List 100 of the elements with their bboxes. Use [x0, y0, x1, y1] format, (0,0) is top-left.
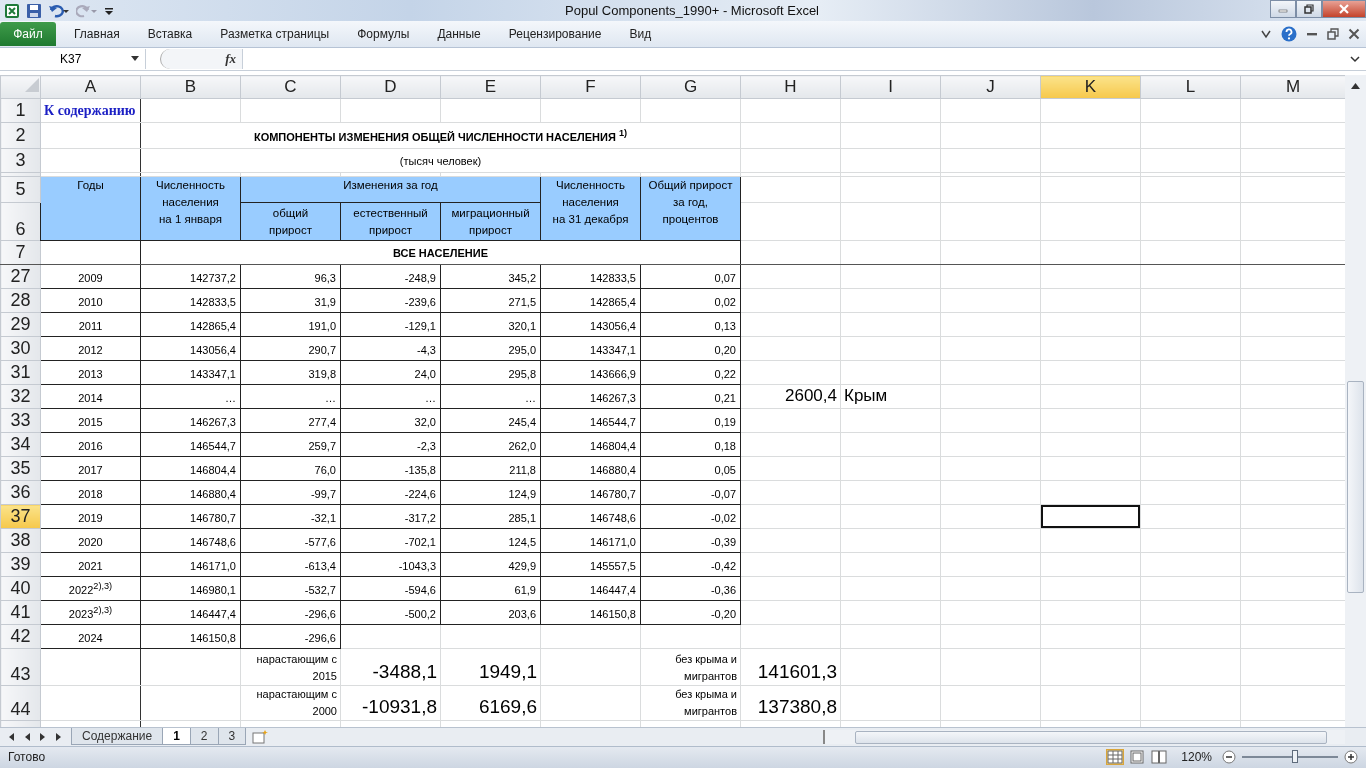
normal-view-icon[interactable]	[1107, 750, 1124, 765]
table-cell: 295,8	[508, 368, 536, 381]
column-heading: естественный прирост	[340, 202, 441, 241]
row-header[interactable]: 38	[0, 528, 41, 553]
sheet-tab[interactable]: Содержание	[71, 728, 164, 746]
name-box[interactable]: K37	[0, 49, 146, 70]
table-cell: 2600,4	[785, 386, 837, 406]
close-icon	[1339, 4, 1349, 14]
table-cell: 142833,5	[590, 272, 636, 285]
vertical-scrollbar[interactable]	[1345, 75, 1366, 728]
column-header[interactable]: L	[1140, 75, 1241, 99]
row-header[interactable]: 33	[0, 408, 41, 433]
table-cell: 2020	[78, 536, 103, 549]
page-break-icon[interactable]	[1151, 750, 1168, 765]
expand-ribbon-icon[interactable]	[1260, 28, 1272, 41]
table-cell: 146150,8	[190, 632, 236, 645]
row-header[interactable]: 39	[0, 552, 41, 577]
table-cell: 259,7	[308, 440, 336, 453]
table-cell: 146980,1	[190, 584, 236, 597]
table-title: КОМПОНЕНТЫ ИЗМЕНЕНИЯ ОБЩЕЙ ЧИСЛЕННОСТИ НАСЕЛЕНИЯ $^{1)}$	[253, 130, 628, 143]
page-layout-icon[interactable]	[1129, 750, 1146, 765]
zoom-slider-thumb[interactable]	[1291, 750, 1298, 764]
table-cell: 0,21	[714, 392, 736, 405]
row-header[interactable]: 1	[0, 98, 41, 123]
table-cell: 2018	[78, 488, 103, 501]
row-header[interactable]: 31	[0, 360, 41, 385]
ribbon-tab[interactable]: Разметка страницы	[206, 22, 344, 47]
row-header[interactable]: 7	[0, 240, 41, 265]
zoom-level[interactable]: 120%	[1181, 750, 1212, 765]
table-cell: нарастающим с 2000	[256, 688, 337, 718]
table-cell: 295,0	[508, 344, 536, 357]
ribbon-tab[interactable]: Вставка	[133, 22, 207, 47]
column-header[interactable]: M	[1240, 75, 1345, 99]
sheet-tab[interactable]: 2	[189, 728, 219, 746]
row-header[interactable]: 35	[0, 456, 41, 481]
sheet-tab[interactable]: 3	[217, 728, 247, 746]
row-header[interactable]: 6	[0, 202, 41, 241]
help-icon[interactable]	[1281, 26, 1297, 43]
close-button[interactable]	[1322, 0, 1366, 18]
sheet-tab[interactable]: 1	[162, 728, 191, 746]
table-cell: 0,20	[714, 344, 736, 357]
row-header[interactable]: 2	[0, 122, 41, 149]
table-cell: -500,2	[404, 608, 436, 621]
row-header[interactable]: 28	[0, 288, 41, 313]
row-header[interactable]: 41	[0, 600, 41, 625]
minimize-button[interactable]	[1270, 0, 1296, 18]
undo-icon[interactable]	[48, 2, 70, 19]
row-header[interactable]: 36	[0, 480, 41, 505]
save-icon[interactable]	[26, 2, 42, 19]
horizontal-scrollbar[interactable]	[823, 729, 1345, 744]
restore-button[interactable]	[1296, 0, 1322, 18]
table-cell: 146804,4	[590, 440, 636, 453]
row-header[interactable]: 30	[0, 336, 41, 361]
close-icon[interactable]	[1348, 28, 1360, 41]
table-cell: 143056,4	[190, 344, 236, 357]
column-header[interactable]: A	[40, 75, 141, 99]
row-header[interactable]: 44	[0, 685, 41, 721]
ribbon-tab[interactable]: Формулы	[343, 22, 424, 47]
expand-formula-icon[interactable]	[1350, 55, 1360, 64]
column-header[interactable]: F	[540, 75, 641, 99]
row-header[interactable]: 32	[0, 384, 41, 409]
column-header[interactable]: B	[140, 75, 241, 99]
column-header[interactable]: I	[840, 75, 941, 99]
table-cell: 146447,4	[590, 584, 636, 597]
row-header[interactable]: 42	[0, 624, 41, 649]
restore-icon[interactable]	[1327, 28, 1339, 41]
column-header[interactable]: J	[940, 75, 1041, 99]
zoom-out-icon[interactable]	[1222, 750, 1236, 765]
active-cell[interactable]	[1040, 504, 1141, 529]
ribbon-tab[interactable]: Вид	[615, 22, 666, 47]
section-heading: ВСЕ НАСЕЛЕНИЕ	[393, 246, 488, 259]
table-cell: 2019	[78, 512, 103, 525]
row-header[interactable]: 40	[0, 576, 41, 601]
column-header[interactable]: H	[740, 75, 841, 99]
table-cell: 290,7	[308, 344, 336, 357]
table-cell: 277,4	[308, 416, 336, 429]
table-cell: 32,0	[414, 416, 436, 429]
row-header[interactable]: 29	[0, 312, 41, 337]
row-header[interactable]: 27	[0, 264, 41, 289]
row-header[interactable]: 37	[0, 504, 41, 529]
zoom-in-icon[interactable]	[1344, 750, 1358, 765]
ribbon-tab[interactable]: Главная	[60, 22, 134, 47]
row-header[interactable]: 3	[0, 148, 41, 173]
insert-function-button[interactable]: fx	[225, 51, 236, 68]
column-header[interactable]: C	[240, 75, 341, 99]
row-header[interactable]: 43	[0, 648, 41, 686]
row-header[interactable]: 5	[0, 176, 41, 203]
table-cell: без крыма и мигрантов	[675, 688, 737, 718]
scroll-up-icon[interactable]	[1351, 83, 1360, 90]
column-header[interactable]: K	[1040, 75, 1141, 99]
column-header[interactable]: G	[640, 75, 741, 99]
ribbon-tab[interactable]: Данные	[423, 22, 495, 47]
excel-logo-icon[interactable]	[4, 2, 20, 19]
table-cell: 2011	[78, 320, 103, 333]
column-heading: Численность населения на 31 декабря	[540, 176, 641, 241]
column-header[interactable]: E	[440, 75, 541, 99]
ribbon-tab[interactable]: Рецензирование	[494, 22, 616, 47]
file-tab[interactable]: Файл	[0, 22, 56, 47]
column-header[interactable]: D	[340, 75, 441, 99]
row-header[interactable]: 34	[0, 432, 41, 457]
